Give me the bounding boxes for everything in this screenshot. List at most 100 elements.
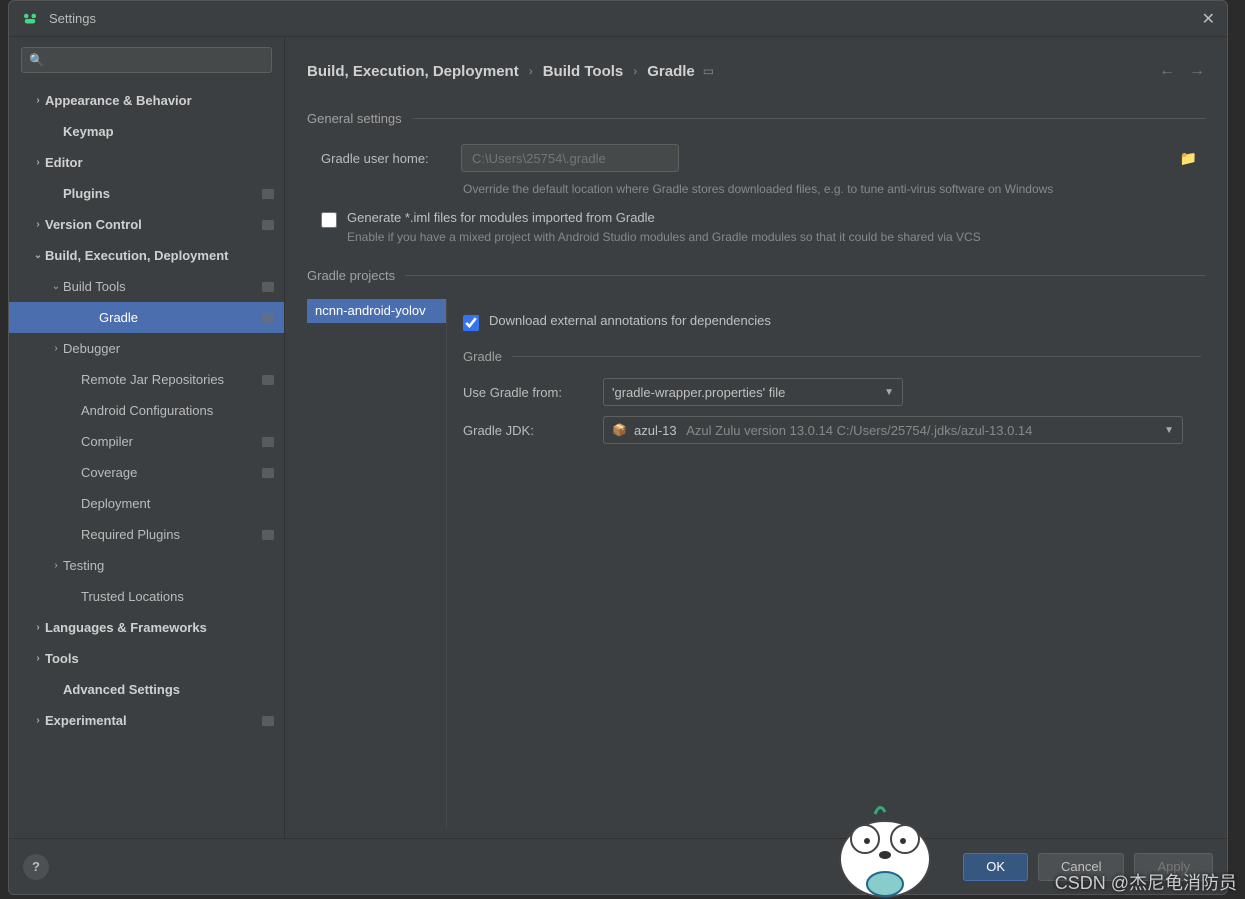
- sidebar-item-compiler[interactable]: Compiler: [9, 426, 284, 457]
- gradle-jdk-row: Gradle JDK: 📦 azul-13 Azul Zulu version …: [463, 416, 1201, 444]
- window-title: Settings: [49, 11, 1202, 26]
- project-scope-badge-icon: [262, 189, 274, 199]
- sidebar-item-label: Trusted Locations: [81, 589, 274, 604]
- chevron-down-icon: ⌄: [49, 281, 63, 292]
- sidebar-item-label: Testing: [63, 558, 274, 573]
- sidebar-item-label: Build Tools: [63, 279, 262, 294]
- projects-list[interactable]: ncnn-android-yolov: [307, 299, 447, 828]
- download-annotations-checkbox[interactable]: [463, 315, 479, 331]
- sidebar-item-label: Editor: [45, 155, 274, 170]
- crumb-1[interactable]: Build Tools: [543, 63, 624, 80]
- sidebar-item-android-configurations[interactable]: Android Configurations: [9, 395, 284, 426]
- sidebar-item-plugins[interactable]: Plugins: [9, 178, 284, 209]
- gradle-jdk-dropdown[interactable]: 📦 azul-13 Azul Zulu version 13.0.14 C:/U…: [603, 416, 1183, 444]
- chevron-down-icon: ▼: [884, 387, 894, 398]
- footer: ? OK Cancel Apply: [9, 838, 1227, 894]
- mascot-image: [815, 799, 945, 899]
- sidebar-item-label: Plugins: [63, 186, 262, 201]
- badge-icon: ▭: [703, 64, 714, 78]
- sidebar-item-label: Deployment: [81, 496, 274, 511]
- project-scope-badge-icon: [262, 220, 274, 230]
- breadcrumb: Build, Execution, Deployment › Build Too…: [285, 55, 1205, 87]
- sidebar-item-keymap[interactable]: Keymap: [9, 116, 284, 147]
- sidebar-item-label: Android Configurations: [81, 403, 274, 418]
- search-input[interactable]: [21, 47, 272, 73]
- project-scope-badge-icon: [262, 530, 274, 540]
- sidebar-item-tools[interactable]: ›Tools: [9, 643, 284, 674]
- sidebar-item-label: Debugger: [63, 341, 274, 356]
- sidebar: 🔍 ›Appearance & BehaviorKeymap›EditorPlu…: [9, 37, 285, 838]
- sidebar-item-label: Keymap: [63, 124, 274, 139]
- gradle-subsection-label: Gradle: [463, 349, 502, 364]
- back-icon[interactable]: ←: [1159, 62, 1175, 80]
- jdk-icon: 📦: [612, 423, 628, 437]
- chevron-right-icon: ›: [31, 95, 45, 106]
- folder-icon[interactable]: 📁: [1180, 150, 1197, 167]
- sidebar-item-advanced-settings[interactable]: Advanced Settings: [9, 674, 284, 705]
- sidebar-item-coverage[interactable]: Coverage: [9, 457, 284, 488]
- gradle-user-home-input[interactable]: [461, 144, 679, 172]
- chevron-right-icon: ›: [49, 560, 63, 571]
- settings-tree[interactable]: ›Appearance & BehaviorKeymap›EditorPlugi…: [9, 81, 284, 838]
- chevron-right-icon: ›: [633, 64, 637, 78]
- generate-iml-checkbox[interactable]: [321, 212, 337, 228]
- sidebar-item-label: Experimental: [45, 713, 262, 728]
- sidebar-item-editor[interactable]: ›Editor: [9, 147, 284, 178]
- sidebar-item-remote-jar-repositories[interactable]: Remote Jar Repositories: [9, 364, 284, 395]
- gradle-jdk-value: azul-13 Azul Zulu version 13.0.14 C:/Use…: [634, 423, 1156, 438]
- sidebar-item-label: Advanced Settings: [63, 682, 274, 697]
- project-scope-badge-icon: [262, 313, 274, 323]
- download-annotations-label: Download external annotations for depend…: [489, 313, 771, 328]
- android-studio-icon: [21, 10, 39, 28]
- project-scope-badge-icon: [262, 375, 274, 385]
- use-gradle-from-dropdown[interactable]: 'gradle-wrapper.properties' file ▼: [603, 378, 903, 406]
- gradle-user-home-hint: Override the default location where Grad…: [463, 182, 1205, 196]
- watermark: CSDN @杰尼龟消防员: [1055, 869, 1237, 895]
- section-general: General settings: [307, 111, 1205, 126]
- forward-icon[interactable]: →: [1189, 62, 1205, 80]
- sidebar-item-label: Compiler: [81, 434, 262, 449]
- generate-iml-hint: Enable if you have a mixed project with …: [347, 230, 1205, 244]
- project-item[interactable]: ncnn-android-yolov: [307, 299, 446, 323]
- close-icon[interactable]: ✕: [1202, 9, 1215, 29]
- sidebar-item-label: Gradle: [99, 310, 262, 325]
- sidebar-item-label: Build, Execution, Deployment: [45, 248, 274, 263]
- ok-button[interactable]: OK: [963, 853, 1028, 881]
- sidebar-item-testing[interactable]: ›Testing: [9, 550, 284, 581]
- project-detail: Download external annotations for depend…: [447, 299, 1205, 828]
- crumb-0[interactable]: Build, Execution, Deployment: [307, 63, 519, 80]
- gradle-jdk-label: Gradle JDK:: [463, 423, 603, 438]
- use-gradle-from-row: Use Gradle from: 'gradle-wrapper.propert…: [463, 378, 1201, 406]
- sidebar-item-experimental[interactable]: ›Experimental: [9, 705, 284, 736]
- sidebar-item-label: Appearance & Behavior: [45, 93, 274, 108]
- generate-iml-label: Generate *.iml files for modules importe…: [347, 210, 655, 225]
- chevron-right-icon: ›: [529, 64, 533, 78]
- sidebar-item-label: Required Plugins: [81, 527, 262, 542]
- sidebar-item-gradle[interactable]: Gradle: [9, 302, 284, 333]
- sidebar-item-trusted-locations[interactable]: Trusted Locations: [9, 581, 284, 612]
- sidebar-item-required-plugins[interactable]: Required Plugins: [9, 519, 284, 550]
- sidebar-item-build-execution-deployment[interactable]: ⌄Build, Execution, Deployment: [9, 240, 284, 271]
- generate-iml-row: Generate *.iml files for modules importe…: [285, 210, 1205, 228]
- projects-area: ncnn-android-yolov Download external ann…: [307, 299, 1205, 828]
- crumb-2[interactable]: Gradle: [647, 63, 695, 80]
- sidebar-item-label: Tools: [45, 651, 274, 666]
- chevron-down-icon: ▼: [1164, 425, 1174, 436]
- sidebar-item-debugger[interactable]: ›Debugger: [9, 333, 284, 364]
- chevron-right-icon: ›: [31, 157, 45, 168]
- section-projects: Gradle projects: [307, 268, 1205, 283]
- settings-dialog: Settings ✕ 🔍 ›Appearance & BehaviorKeyma…: [8, 0, 1228, 895]
- sidebar-item-build-tools[interactable]: ⌄Build Tools: [9, 271, 284, 302]
- help-button[interactable]: ?: [23, 854, 49, 880]
- gradle-user-home-label: Gradle user home:: [321, 151, 461, 166]
- sidebar-item-label: Remote Jar Repositories: [81, 372, 262, 387]
- use-gradle-from-value: 'gradle-wrapper.properties' file: [612, 385, 876, 400]
- gradle-user-home-row: Gradle user home: 📁: [285, 144, 1205, 172]
- sidebar-item-languages-frameworks[interactable]: ›Languages & Frameworks: [9, 612, 284, 643]
- sidebar-item-version-control[interactable]: ›Version Control: [9, 209, 284, 240]
- chevron-down-icon: ⌄: [31, 250, 45, 261]
- project-scope-badge-icon: [262, 468, 274, 478]
- sidebar-item-appearance-behavior[interactable]: ›Appearance & Behavior: [9, 85, 284, 116]
- sidebar-item-deployment[interactable]: Deployment: [9, 488, 284, 519]
- chevron-right-icon: ›: [49, 343, 63, 354]
